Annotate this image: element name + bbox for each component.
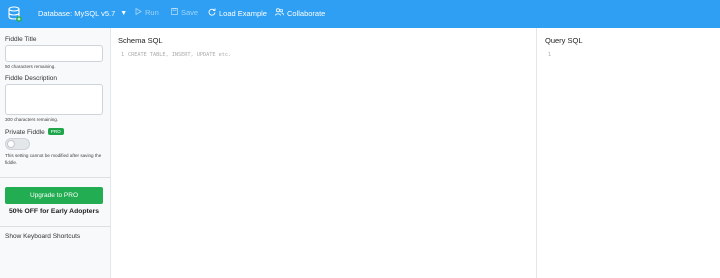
schema-sql-panel: Schema SQL 1 CREATE TABLE, INSERT, UPDAT… — [111, 28, 537, 278]
upgrade-to-pro-button[interactable]: Upgrade to PRO — [5, 187, 103, 204]
query-sql-editor[interactable]: 1 — [543, 50, 715, 278]
toggle-knob — [7, 140, 15, 148]
collaborate-button[interactable]: Collaborate — [275, 8, 325, 18]
sidebar-divider — [0, 177, 111, 178]
save-button-label: Save — [181, 8, 199, 17]
fiddle-title-input[interactable] — [5, 45, 103, 62]
top-toolbar: Database: MySQL v5.7 ▼ Run Save Load Exa… — [0, 0, 720, 28]
early-adopter-offer: 50% OFF for Early Adopters — [8, 208, 99, 215]
keyboard-shortcuts-link[interactable]: Show Keyboard Shortcuts — [5, 233, 80, 240]
load-example-label: Load Example — [219, 8, 267, 18]
line-number: 1 — [121, 52, 125, 58]
schema-editor-placeholder: CREATE TABLE, INSERT, UPDATE etc. — [128, 52, 232, 58]
pro-badge: PRO — [47, 128, 64, 135]
line-number: 1 — [548, 52, 552, 58]
database-logo-icon[interactable] — [8, 6, 22, 22]
query-sql-panel: Query SQL 1 — [538, 28, 720, 278]
save-icon — [171, 8, 178, 17]
run-button-label: Run — [145, 8, 159, 17]
query-sql-title: Query SQL — [545, 36, 583, 45]
save-button[interactable]: Save — [171, 8, 198, 17]
users-icon — [275, 8, 284, 18]
sidebar: Fiddle Title 50 characters remaining. Fi… — [0, 28, 111, 278]
fiddle-title-label: Fiddle Title — [5, 36, 37, 43]
database-select-label: Database: MySQL v5.7 — [38, 9, 116, 18]
run-button[interactable]: Run — [135, 7, 159, 17]
refresh-icon — [208, 8, 216, 18]
schema-sql-title: Schema SQL — [118, 36, 163, 45]
play-icon — [135, 7, 142, 17]
private-fiddle-label: Private Fiddle PRO — [5, 128, 64, 136]
schema-sql-editor[interactable]: 1 CREATE TABLE, INSERT, UPDATE etc. — [116, 50, 531, 278]
database-select[interactable]: Database: MySQL v5.7 ▼ — [38, 9, 127, 18]
fiddle-title-help: 50 characters remaining. — [5, 64, 56, 69]
private-fiddle-toggle[interactable] — [5, 138, 30, 150]
sidebar-divider — [0, 226, 111, 227]
fiddle-description-input[interactable] — [5, 84, 103, 115]
fiddle-description-label: Fiddle Description — [5, 75, 58, 82]
private-fiddle-text: Private Fiddle — [5, 129, 45, 136]
private-fiddle-help: This setting cannot be modified after sa… — [5, 153, 102, 165]
fiddle-description-help: 300 characters remaining. — [5, 117, 59, 122]
load-example-button[interactable]: Load Example — [208, 8, 267, 18]
collaborate-label: Collaborate — [287, 8, 326, 18]
chevron-down-icon: ▼ — [120, 10, 128, 17]
